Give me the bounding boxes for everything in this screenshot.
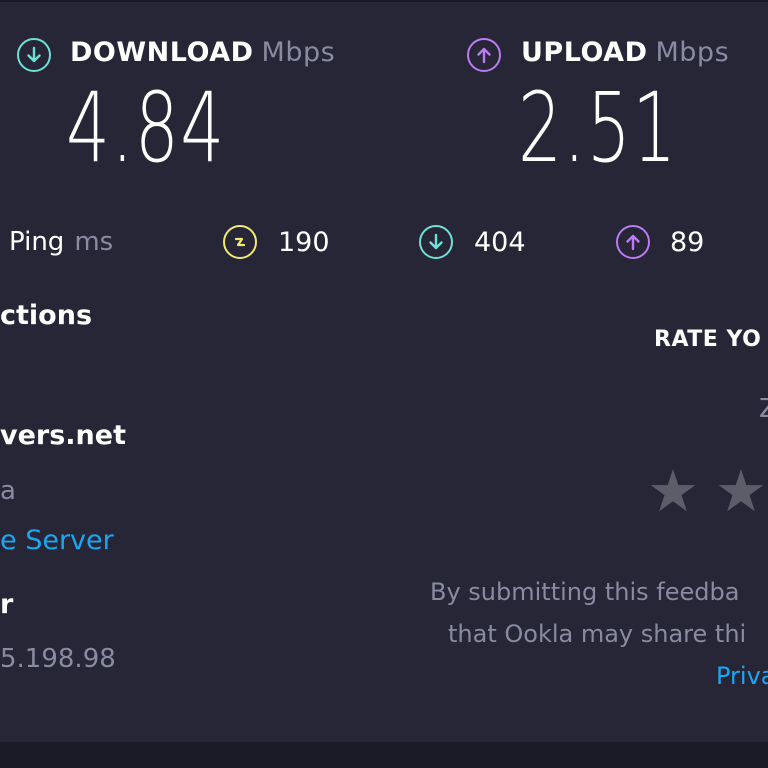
change-server-link[interactable]: e Server xyxy=(0,525,114,556)
ping-idle-value: 190 xyxy=(278,227,330,258)
upload-unit: Mbps xyxy=(655,37,730,68)
download-icon xyxy=(17,38,51,72)
top-border xyxy=(0,0,768,2)
connections-heading: ctions xyxy=(0,300,93,331)
isp-label: r xyxy=(0,589,14,620)
rate-heading: RATE YO xyxy=(654,327,762,352)
upload-value: 2.51 xyxy=(518,72,678,184)
download-heading: DOWNLOAD Mbps xyxy=(70,37,335,68)
rate-scale-hint: Z xyxy=(759,394,768,424)
server-location: a xyxy=(0,476,16,506)
star-2-icon[interactable]: ★ xyxy=(715,462,767,520)
download-label: DOWNLOAD xyxy=(70,37,254,68)
feedback-disclaimer-line1: By submitting this feedba xyxy=(430,578,740,606)
ping-label: Ping xyxy=(9,227,65,257)
ping-download-icon xyxy=(419,225,453,259)
download-value: 4.84 xyxy=(66,72,226,184)
privacy-link[interactable]: Priva xyxy=(716,662,768,690)
star-1-icon[interactable]: ★ xyxy=(647,462,699,520)
ping-download-value: 404 xyxy=(474,227,526,258)
bottom-bar xyxy=(0,742,768,768)
ping-unit: ms xyxy=(74,227,114,257)
upload-heading: UPLOAD Mbps xyxy=(521,37,729,68)
jitter-icon xyxy=(223,225,257,259)
upload-icon xyxy=(467,38,501,72)
download-unit: Mbps xyxy=(261,37,336,68)
server-name: vers.net xyxy=(0,420,126,451)
isp-ip: 5.198.98 xyxy=(0,644,116,674)
ping-upload-value: 89 xyxy=(670,227,705,258)
ping-upload-icon xyxy=(616,225,650,259)
feedback-disclaimer-line2: that Ookla may share thi xyxy=(448,620,747,648)
ping-heading: Ping ms xyxy=(9,227,113,257)
upload-label: UPLOAD xyxy=(521,37,648,68)
